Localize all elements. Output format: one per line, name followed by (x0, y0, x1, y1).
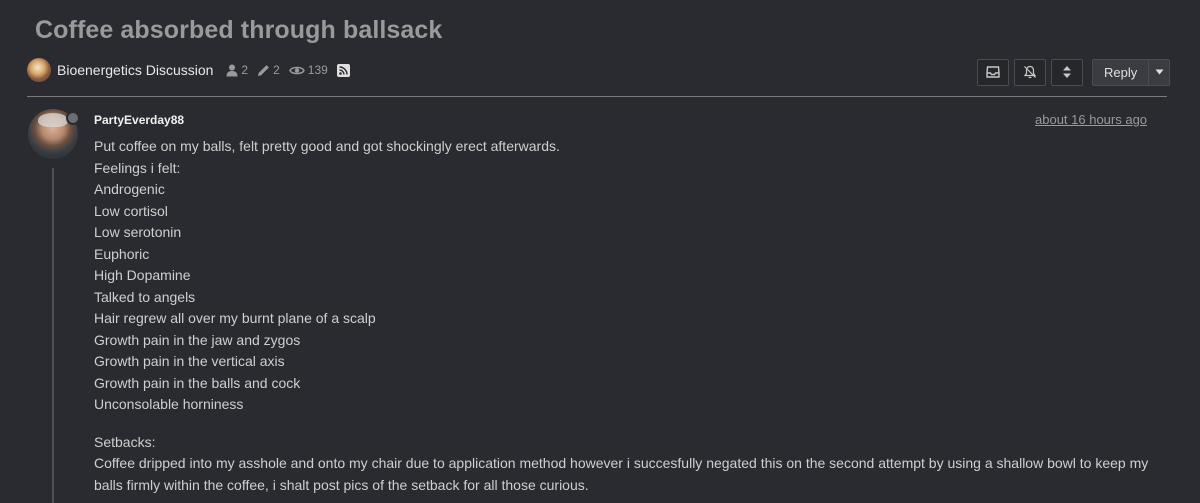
rss-icon[interactable] (336, 63, 350, 77)
thread-line (52, 168, 54, 503)
bookmark-button[interactable] (977, 58, 1009, 86)
category-link[interactable]: Bioenergetics Discussion (57, 62, 213, 78)
category-logo-icon[interactable] (27, 58, 51, 82)
topic-page: Coffee absorbed through ballsack Bioener… (0, 0, 1200, 503)
views-stat: 139 (288, 63, 328, 77)
post-line: Growth pain in the balls and cock (94, 374, 301, 391)
participants-stat: 2 (226, 63, 248, 77)
topic-controls: Reply (977, 58, 1171, 86)
caret-down-icon (1155, 69, 1164, 75)
post-line: Growth pain in the vertical axis (94, 353, 285, 369)
setbacks-heading: Setbacks: (94, 433, 156, 450)
topic-meta: Bioenergetics Discussion 2 2 139 (27, 58, 350, 82)
post-line: Euphoric (94, 245, 150, 262)
up-down-chevron-icon (1063, 66, 1071, 78)
post-username[interactable]: PartyEverday88 (94, 113, 184, 127)
post-line: High Dopamine (94, 267, 191, 283)
inbox-icon (986, 66, 1000, 78)
post-line: Feelings i felt: (94, 159, 181, 176)
pencil-icon (258, 64, 269, 76)
post-body: Put coffee on my balls, felt pretty good… (94, 136, 1164, 496)
views-count: 139 (307, 63, 328, 77)
user-status-indicator (66, 111, 80, 125)
post-line: Put coffee on my balls, felt pretty good… (94, 138, 560, 154)
setbacks-text: Coffee dripped into my asshole and onto … (94, 455, 1149, 493)
reply-button-group: Reply (1092, 58, 1171, 86)
reply-options-button[interactable] (1148, 58, 1171, 86)
post-line: Low cortisol (94, 202, 168, 219)
header-divider (27, 96, 1167, 97)
post-line: Growth pain in the jaw and zygos (94, 331, 301, 348)
topic-title[interactable]: Coffee absorbed through ballsack (35, 16, 442, 45)
participants-count: 2 (241, 63, 249, 77)
post-timestamp[interactable]: about 16 hours ago (1035, 112, 1147, 127)
expand-button[interactable] (1051, 58, 1083, 86)
eye-icon (288, 66, 305, 74)
post-line: Hair regrew all over my burnt plane of a… (94, 310, 376, 326)
posts-count: 2 (273, 63, 280, 77)
notification-button[interactable] (1014, 58, 1046, 86)
posts-stat: 2 (257, 63, 280, 77)
post-line: Androgenic (94, 181, 165, 197)
post-line: Unconsolable horniness (94, 396, 244, 412)
bell-slash-icon (1023, 65, 1037, 79)
post-line: Talked to angels (94, 288, 196, 305)
user-icon (226, 64, 238, 76)
post-line: Low serotonin (94, 224, 182, 240)
reply-button[interactable]: Reply (1092, 58, 1149, 86)
